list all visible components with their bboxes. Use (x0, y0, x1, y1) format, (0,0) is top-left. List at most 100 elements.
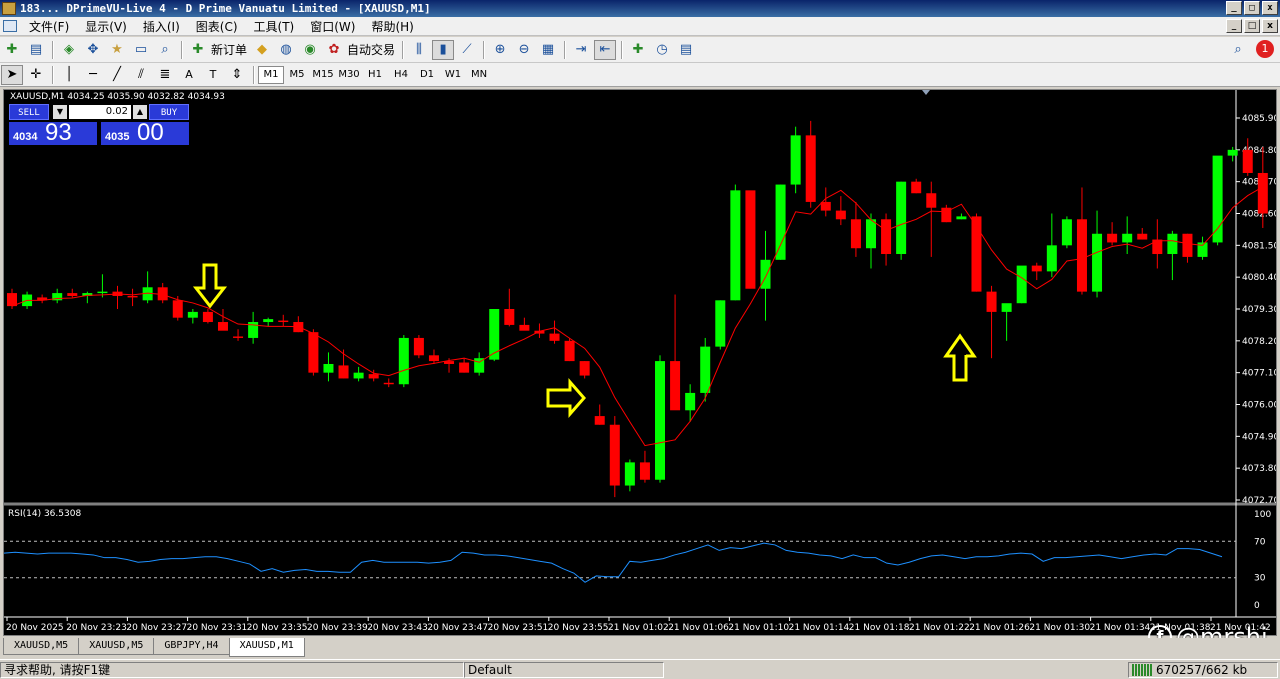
data-window-icon[interactable]: ✥ (82, 40, 104, 60)
periods-icon[interactable]: ◷ (651, 40, 673, 60)
menu-file[interactable]: 文件(F) (21, 18, 77, 35)
profiles-icon[interactable]: ▤ (25, 40, 47, 60)
separator (402, 40, 404, 59)
candle-body (1016, 265, 1027, 304)
one-click-trading-panel: SELL ▼ 0.02 ▲ BUY 4034 93 4035 00 (9, 104, 189, 146)
status-help: 寻求帮助, 请按F1键 (0, 661, 464, 678)
vertical-line-icon[interactable]: │ (58, 65, 80, 85)
menu-charts[interactable]: 图表(C) (188, 18, 246, 35)
fibonacci-icon[interactable]: ≣ (154, 65, 176, 85)
candle-body (715, 300, 726, 347)
timeframe-m30[interactable]: M30 (336, 66, 362, 84)
signals-icon[interactable]: ◍ (275, 40, 297, 60)
timeframe-d1[interactable]: D1 (414, 66, 440, 84)
line-chart-icon[interactable]: ⟋ (456, 40, 478, 60)
chart-tabs: XAUUSD,M5 XAUUSD,M5 GBPJPY,H4 XAUUSD,M1 (0, 638, 1280, 657)
indicators-icon[interactable]: ✚ (627, 40, 649, 60)
bar-chart-icon[interactable]: ⫼ (408, 40, 430, 60)
tile-windows-icon[interactable]: ▦ (537, 40, 559, 60)
auto-trading-icon[interactable]: ✿ (323, 40, 345, 60)
navigator-icon[interactable]: ★ (106, 40, 128, 60)
price-chart[interactable]: 4085.904084.804083.704082.604081.504080.… (4, 90, 1277, 636)
lot-size-input[interactable]: 0.02 (69, 105, 131, 119)
timeframe-w1[interactable]: W1 (440, 66, 466, 84)
candle-body (820, 201, 831, 211)
templates-icon[interactable]: ▤ (675, 40, 697, 60)
candle-body (1046, 245, 1057, 272)
strategy-tester-icon[interactable]: ⌕ (154, 40, 176, 60)
crosshair-icon[interactable]: ✛ (25, 65, 47, 85)
bid-prefix: 4034 (13, 131, 38, 143)
cursor-icon[interactable]: ➤ (1, 64, 23, 85)
buy-button[interactable]: BUY (149, 104, 189, 120)
new-chart-icon[interactable]: ✚ (1, 40, 23, 60)
time-tick-label: 20 Nov 23:43 (367, 623, 428, 633)
menu-window[interactable]: 窗口(W) (302, 18, 363, 35)
tab-xauusd-m5-1[interactable]: XAUUSD,M5 (3, 638, 80, 655)
candle-body (368, 374, 379, 379)
candle-body (1182, 233, 1193, 257)
menu-insert[interactable]: 插入(I) (135, 18, 188, 35)
lot-up-icon[interactable]: ▲ (133, 105, 147, 119)
timeframe-m1[interactable]: M1 (258, 65, 284, 84)
auto-scroll-icon[interactable]: ⇥ (570, 40, 592, 60)
candle-body (881, 219, 892, 255)
terminal-icon[interactable]: ▭ (130, 40, 152, 60)
timeframe-m15[interactable]: M15 (310, 66, 336, 84)
candle-body (911, 181, 922, 194)
time-tick-label: 20 Nov 23:31 (187, 623, 248, 633)
timeframe-mn[interactable]: MN (466, 66, 492, 84)
mdi-restore-button[interactable]: □ (1244, 19, 1260, 33)
separator (483, 40, 485, 59)
notification-badge[interactable]: 1 (1256, 40, 1274, 58)
new-order-button[interactable]: 新订单 (210, 41, 250, 58)
timeframe-h4[interactable]: H4 (388, 66, 414, 84)
trendline-icon[interactable]: ╱ (106, 65, 128, 85)
zoom-out-icon[interactable]: ⊖ (513, 40, 535, 60)
sell-button[interactable]: SELL (9, 104, 49, 120)
chart-shift-marker (922, 90, 930, 95)
tab-xauusd-m1[interactable]: XAUUSD,M1 (228, 638, 305, 657)
candle-body (639, 462, 650, 480)
price-tick-label: 4074.90 (1242, 432, 1277, 442)
candlestick-icon[interactable]: ▮ (432, 39, 455, 60)
ask-price[interactable]: 4035 00 (101, 119, 189, 146)
menu-view[interactable]: 显示(V) (77, 18, 135, 35)
price-tick-label: 4085.90 (1242, 114, 1277, 124)
tab-gbpjpy-h4[interactable]: GBPJPY,H4 (153, 638, 230, 655)
arrows-icon[interactable]: ⇕ (226, 65, 248, 85)
bid-price[interactable]: 4034 93 (9, 119, 97, 146)
lot-down-icon[interactable]: ▼ (53, 105, 67, 119)
tab-xauusd-m5-2[interactable]: XAUUSD,M5 (78, 638, 155, 655)
market-watch-icon[interactable]: ◈ (58, 40, 80, 60)
candle-body (338, 365, 349, 379)
candle-body (835, 210, 846, 220)
search-icon[interactable]: ⌕ (1227, 39, 1249, 59)
chart-shift-icon[interactable]: ⇤ (594, 39, 617, 60)
zoom-in-icon[interactable]: ⊕ (489, 40, 511, 60)
text-label-icon[interactable]: T (202, 65, 224, 85)
time-tick-label: 21 Nov 01:22 (909, 623, 970, 633)
close-button[interactable]: x (1262, 1, 1278, 15)
equidistant-channel-icon[interactable]: ⫽ (130, 65, 152, 85)
time-tick-label: 20 Nov 2025 (6, 623, 64, 633)
auto-trading-button[interactable]: 自动交易 (346, 41, 398, 58)
meta-editor-icon[interactable]: ◆ (251, 40, 273, 60)
time-tick-label: 20 Nov 23:27 (126, 623, 187, 633)
candle-body (1061, 219, 1072, 246)
minimize-button[interactable]: _ (1226, 1, 1242, 15)
timeframe-m5[interactable]: M5 (284, 66, 310, 84)
chart-window[interactable]: 4085.904084.804083.704082.604081.504080.… (3, 89, 1277, 636)
price-tick-label: 4077.10 (1242, 369, 1277, 379)
menu-tools[interactable]: 工具(T) (246, 18, 303, 35)
menu-help[interactable]: 帮助(H) (363, 18, 421, 35)
new-order-icon[interactable]: ✚ (187, 40, 209, 60)
horizontal-line-icon[interactable]: ─ (82, 65, 104, 85)
mdi-close-button[interactable]: x (1262, 19, 1278, 33)
text-icon[interactable]: A (178, 65, 200, 85)
timeframe-h1[interactable]: H1 (362, 66, 388, 84)
market-icon[interactable]: ◉ (299, 40, 321, 60)
maximize-button[interactable]: □ (1244, 1, 1260, 15)
mdi-minimize-button[interactable]: _ (1226, 19, 1242, 33)
time-tick-label: 20 Nov 23:51 (488, 623, 549, 633)
